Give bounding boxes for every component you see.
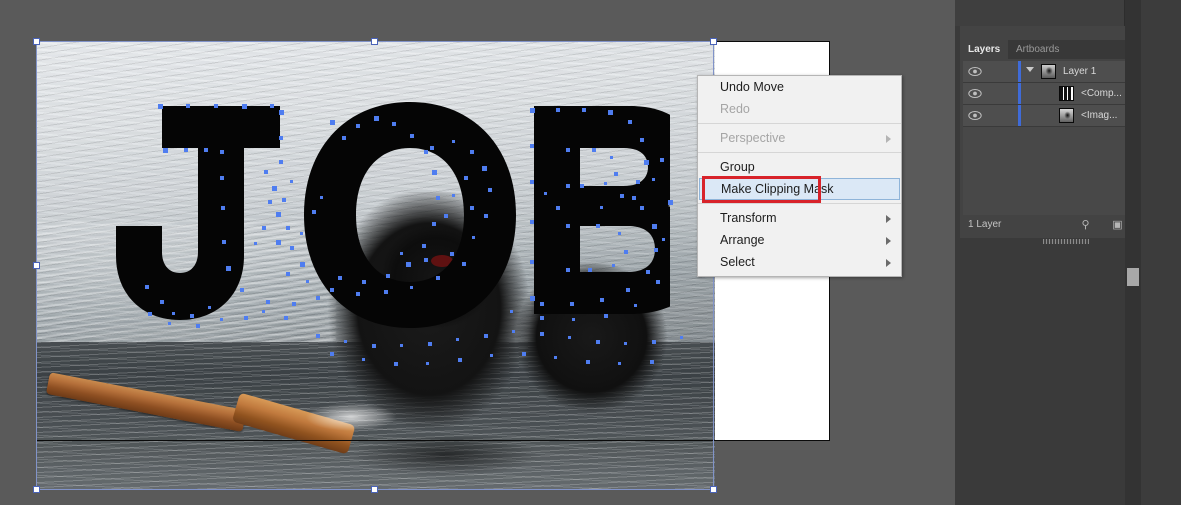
dock-scrollbar-track[interactable] [1125,0,1141,505]
chevron-down-icon[interactable] [1026,67,1034,72]
visibility-eye-icon[interactable] [968,87,982,100]
layer-selection-bar [1018,83,1021,104]
layer-selection-bar [1018,105,1021,126]
dock-scrollbar-thumb[interactable] [1127,268,1139,286]
tab-layers[interactable]: Layers [960,40,1008,59]
visibility-eye-icon[interactable] [968,65,982,78]
menu-item-undo-move[interactable]: Undo Move [698,76,901,98]
menu-item-arrange-label: Arrange [720,233,764,247]
menu-item-transform-label: Transform [720,211,777,225]
menu-item-redo: Redo [698,98,901,120]
layer-count-status: 1 Layer [968,215,1001,235]
chevron-right-icon [886,237,891,245]
menu-item-select-label: Select [720,255,755,269]
menu-item-perspective: Perspective [698,127,901,149]
context-menu[interactable]: Undo Move Redo Perspective Group Make Cl… [697,75,902,277]
chevron-right-icon [886,259,891,267]
layer-name[interactable]: Layer 1 [1063,61,1096,82]
layer-thumbnail [1059,86,1074,101]
menu-item-select[interactable]: Select [698,251,901,273]
menu-separator [698,203,901,204]
layer-thumbnail [1041,64,1056,79]
menu-item-perspective-label: Perspective [720,131,785,145]
menu-item-make-clipping-mask[interactable]: Make Clipping Mask [699,178,900,200]
panel-resize-grip[interactable] [1043,239,1089,244]
menu-item-transform[interactable]: Transform [698,207,901,229]
selection-handle-top-left[interactable] [33,38,40,45]
selection-handle-bottom-left[interactable] [33,486,40,493]
menu-item-arrange[interactable]: Arrange [698,229,901,251]
layer-thumbnail [1059,108,1074,123]
chevron-right-icon [886,135,891,143]
menu-separator [698,123,901,124]
layer-name[interactable]: <Comp... [1081,83,1122,104]
selection-handle-top-center[interactable] [371,38,378,45]
layer-selection-bar [1018,61,1021,82]
tab-artboards[interactable]: Artboards [1008,40,1067,59]
dock-right-edge [1141,0,1181,505]
menu-separator [698,152,901,153]
layer-name[interactable]: <Imag... [1081,105,1117,126]
make-clipping-mask-button[interactable]: ▣ [1109,217,1126,233]
selection-handle-middle-left[interactable] [33,262,40,269]
chevron-right-icon [886,215,891,223]
selection-handle-top-right[interactable] [710,38,717,45]
photo-water-splash [286,397,416,437]
selection-handle-bottom-center[interactable] [371,486,378,493]
locate-object-button[interactable]: ⚲ [1077,217,1094,233]
job-vector-text[interactable] [110,100,670,330]
visibility-eye-icon[interactable] [968,109,982,122]
selection-handle-bottom-right[interactable] [710,486,717,493]
menu-item-group[interactable]: Group [698,156,901,178]
